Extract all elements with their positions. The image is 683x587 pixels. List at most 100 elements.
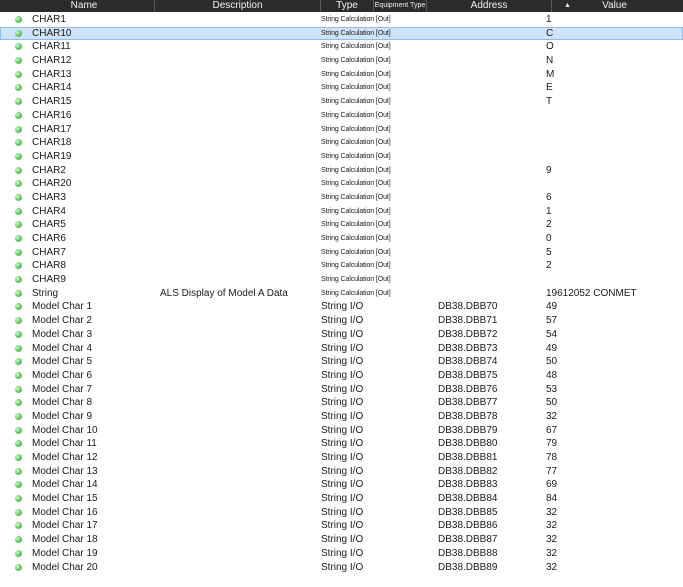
- table-row[interactable]: Model Char 9 String I/O DB38.DBB78 32: [0, 410, 683, 424]
- tag-address: [438, 218, 530, 232]
- tag-type: String Calculation [Out]: [321, 235, 391, 242]
- status-ok-icon: [15, 180, 22, 188]
- table-row[interactable]: CHAR9 String Calculation [Out]: [0, 273, 683, 287]
- status-ok-icon: [15, 235, 22, 242]
- table-row[interactable]: CHAR8 String Calculation [Out] 2: [0, 259, 683, 273]
- tag-value: 57: [546, 315, 558, 327]
- column-header-description[interactable]: Description: [155, 0, 320, 12]
- column-header-name[interactable]: Name: [14, 0, 154, 12]
- status-ok-icon: [15, 289, 22, 297]
- tag-description: [160, 27, 316, 41]
- table-row[interactable]: Model Char 16 String I/O DB38.DBB85 32: [0, 506, 683, 520]
- table-row[interactable]: CHAR14 String Calculation [Out] E: [0, 81, 683, 95]
- status-ok-icon: [15, 549, 22, 557]
- tag-value: 2: [546, 260, 552, 272]
- table-row[interactable]: CHAR18 String Calculation [Out]: [0, 136, 683, 150]
- tag-type: String Calculation [Out]: [321, 180, 391, 188]
- tag-value: N: [546, 55, 554, 67]
- tag-type: String Calculation [Out]: [321, 289, 391, 297]
- status-ok-icon: [15, 317, 22, 325]
- tag-description: [160, 109, 316, 123]
- tag-type: String I/O: [321, 342, 364, 354]
- tag-value: T: [546, 96, 553, 108]
- table-row[interactable]: CHAR16 String Calculation [Out]: [0, 109, 683, 123]
- table-row[interactable]: Model Char 5 String I/O DB38.DBB74 50: [0, 355, 683, 369]
- tag-type: String I/O: [321, 520, 364, 532]
- tag-type: String Calculation [Out]: [321, 193, 391, 201]
- table-row[interactable]: CHAR10 String Calculation [Out] C: [0, 26, 683, 41]
- tag-address: [438, 68, 530, 82]
- table-row[interactable]: Model Char 12 String I/O DB38.DBB81 78: [0, 451, 683, 465]
- table-row[interactable]: CHAR19 String Calculation [Out]: [0, 150, 683, 164]
- tag-name: Model Char 13: [32, 465, 98, 477]
- tag-address: DB38.DBB78: [438, 410, 498, 422]
- tag-value: 0: [546, 233, 552, 244]
- tag-name: CHAR9: [32, 274, 66, 286]
- table-row[interactable]: CHAR7 String Calculation [Out] 5: [0, 246, 683, 260]
- table-row[interactable]: CHAR20 String Calculation [Out]: [0, 177, 683, 191]
- tag-type: String I/O: [321, 328, 364, 340]
- tag-type: String I/O: [321, 493, 364, 505]
- tag-address: DB38.DBB72: [438, 328, 498, 340]
- table-row[interactable]: CHAR12 String Calculation [Out] N: [0, 54, 683, 68]
- table-row[interactable]: Model Char 7 String I/O DB38.DBB76 53: [0, 383, 683, 397]
- tag-name: CHAR15: [32, 96, 72, 108]
- table-row[interactable]: Model Char 14 String I/O DB38.DBB83 69: [0, 478, 683, 492]
- table-row[interactable]: CHAR1 String Calculation [Out] 1: [0, 13, 683, 27]
- table-row[interactable]: Model Char 8 String I/O DB38.DBB77 50: [0, 396, 683, 410]
- column-header-value[interactable]: Value: [552, 0, 677, 12]
- status-ok-icon: [15, 166, 22, 174]
- table-row[interactable]: CHAR2 String Calculation [Out] 9: [0, 164, 683, 178]
- tag-type: String I/O: [321, 547, 364, 559]
- table-row[interactable]: Model Char 3 String I/O DB38.DBB72 54: [0, 328, 683, 342]
- table-row[interactable]: CHAR17 String Calculation [Out]: [0, 123, 683, 137]
- tag-name: Model Char 5: [32, 356, 93, 368]
- tag-type: String Calculation [Out]: [321, 125, 391, 133]
- table-row[interactable]: Model Char 11 String I/O DB38.DBB80 79: [0, 437, 683, 451]
- table-row[interactable]: Model Char 13 String I/O DB38.DBB82 77: [0, 465, 683, 479]
- table-row[interactable]: CHAR11 String Calculation [Out] O: [0, 40, 683, 54]
- tag-description: [160, 383, 316, 397]
- table-row[interactable]: Model Char 20 String I/O DB38.DBB89 32: [0, 561, 683, 575]
- status-ok-icon: [15, 399, 22, 407]
- tag-address: [438, 164, 530, 178]
- tag-address: [438, 191, 530, 205]
- table-row[interactable]: CHAR5 String Calculation [Out] 2: [0, 218, 683, 232]
- tag-type: String Calculation [Out]: [321, 207, 391, 215]
- tag-type: String Calculation [Out]: [321, 70, 391, 78]
- tag-name: String: [32, 287, 59, 299]
- table-row[interactable]: Model Char 10 String I/O DB38.DBB79 67: [0, 424, 683, 438]
- table-row[interactable]: CHAR13 String Calculation [Out] M: [0, 68, 683, 82]
- tag-type: String Calculation [Out]: [321, 16, 391, 23]
- table-row[interactable]: Model Char 2 String I/O DB38.DBB71 57: [0, 314, 683, 328]
- table-row[interactable]: Model Char 19 String I/O DB38.DBB88 32: [0, 547, 683, 561]
- tag-address: [438, 81, 530, 95]
- table-row[interactable]: CHAR6 String Calculation [Out] 0: [0, 232, 683, 246]
- table-row[interactable]: Model Char 6 String I/O DB38.DBB75 48: [0, 369, 683, 383]
- column-header-type[interactable]: Type: [321, 0, 373, 12]
- table-row[interactable]: Model Char 4 String I/O DB38.DBB73 49: [0, 342, 683, 356]
- tag-description: [160, 519, 316, 533]
- table-row[interactable]: CHAR15 String Calculation [Out] T: [0, 95, 683, 109]
- tag-name: Model Char 7: [32, 383, 93, 395]
- table-row[interactable]: Model Char 1 String I/O DB38.DBB70 49: [0, 300, 683, 314]
- tag-value: [546, 177, 676, 191]
- tag-address: [438, 246, 530, 260]
- table-row[interactable]: Model Char 18 String I/O DB38.DBB87 32: [0, 533, 683, 547]
- column-header-address[interactable]: Address: [427, 0, 551, 12]
- table-row[interactable]: String ALS Display of Model A Data Strin…: [0, 287, 683, 301]
- status-ok-icon: [15, 563, 22, 571]
- table-row[interactable]: CHAR4 String Calculation [Out] 1: [0, 205, 683, 219]
- tag-value: 49: [546, 301, 558, 313]
- tag-address: DB38.DBB82: [438, 465, 498, 477]
- table-row[interactable]: Model Char 17 String I/O DB38.DBB86 32: [0, 519, 683, 533]
- tag-value: 67: [546, 424, 558, 436]
- tag-description: [160, 396, 316, 410]
- tag-description: [160, 150, 316, 164]
- column-header-equipment-type[interactable]: Equipment Type: [374, 0, 426, 12]
- status-ok-icon: [15, 303, 22, 311]
- table-row[interactable]: Model Char 15 String I/O DB38.DBB84 84: [0, 492, 683, 506]
- tag-address: DB38.DBB85: [438, 506, 498, 518]
- table-row[interactable]: CHAR3 String Calculation [Out] 6: [0, 191, 683, 205]
- tag-type: String Calculation [Out]: [321, 43, 391, 51]
